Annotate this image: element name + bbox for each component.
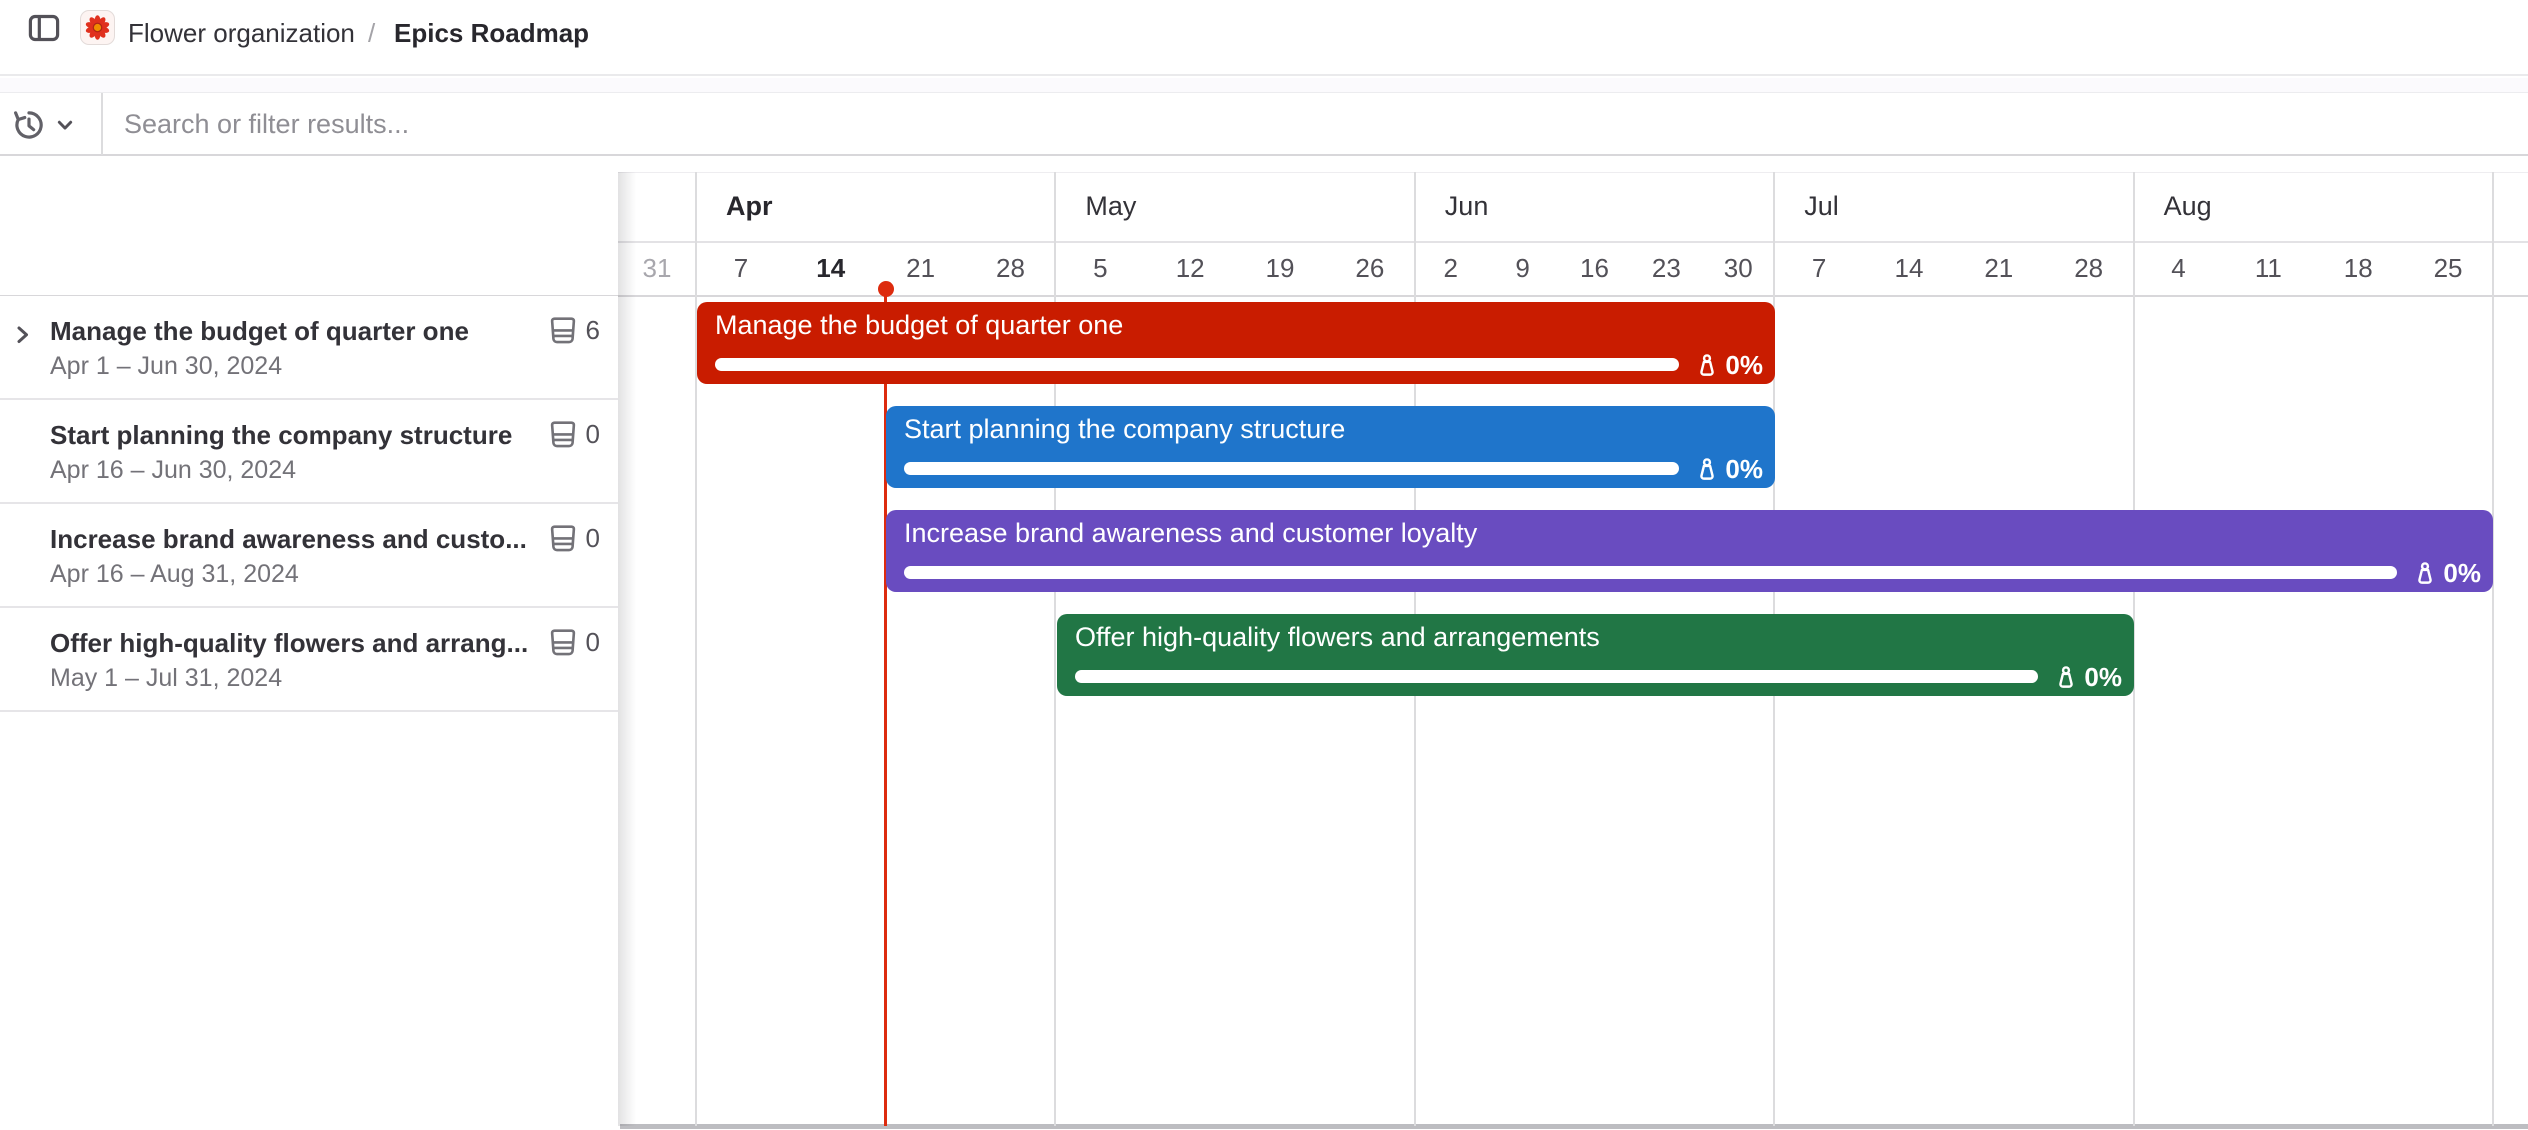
epic-meta: 0 bbox=[548, 419, 600, 450]
date-tick: 19 bbox=[1235, 242, 1325, 295]
epic-timeline-bar[interactable]: Start planning the company structure 0% bbox=[886, 406, 1775, 488]
date-tick: 12 bbox=[1145, 242, 1235, 295]
epic-progress-bar bbox=[904, 566, 2397, 579]
weight-icon bbox=[2053, 665, 2079, 691]
epic-icon bbox=[548, 420, 578, 450]
month-gridline bbox=[2492, 172, 2494, 1126]
date-tick: 28 bbox=[2044, 242, 2134, 295]
epic-weight: 0% bbox=[1694, 454, 1763, 485]
epic-meta: 0 bbox=[548, 523, 600, 554]
epic-weight: 0% bbox=[1694, 350, 1763, 381]
month-label: Apr bbox=[696, 172, 1055, 241]
epic-list-item[interactable]: Start planning the company structure Apr… bbox=[0, 400, 618, 504]
date-tick: 7 bbox=[696, 242, 786, 295]
epic-progress-bar bbox=[904, 462, 1679, 475]
epic-child-count: 0 bbox=[586, 419, 600, 450]
weight-icon bbox=[2412, 561, 2438, 587]
scroll-shadow bbox=[618, 172, 636, 1126]
epic-bar-label: Manage the budget of quarter one bbox=[715, 310, 1761, 341]
epic-child-count: 0 bbox=[586, 523, 600, 554]
epic-title[interactable]: Offer high-quality flowers and arrang... bbox=[50, 628, 528, 659]
epic-bar-label: Offer high-quality flowers and arrangeme… bbox=[1075, 622, 2120, 653]
epic-list-item[interactable]: Increase brand awareness and custo... Ap… bbox=[0, 504, 618, 608]
epic-date-range: Apr 1 – Jun 30, 2024 bbox=[50, 352, 282, 381]
top-bar: Flower organization / Epics Roadmap bbox=[0, 0, 2528, 76]
epic-progress-percent: 0% bbox=[2443, 558, 2481, 589]
epic-timeline-bar[interactable]: Increase brand awareness and customer lo… bbox=[886, 510, 2493, 592]
epic-progress-percent: 0% bbox=[1725, 350, 1763, 381]
expand-chevron-icon[interactable] bbox=[10, 322, 34, 346]
epic-title[interactable]: Increase brand awareness and custo... bbox=[50, 524, 528, 555]
epic-icon bbox=[548, 316, 578, 346]
date-tick: 21 bbox=[1954, 242, 2044, 295]
date-tick: 11 bbox=[2223, 242, 2313, 295]
history-icon bbox=[12, 108, 46, 142]
flower-icon bbox=[84, 14, 111, 41]
epic-date-range: May 1 – Jul 31, 2024 bbox=[50, 664, 282, 693]
date-tick: 14 bbox=[1864, 242, 1954, 295]
breadcrumb-page-title: Epics Roadmap bbox=[394, 14, 589, 52]
horizontal-scrollbar[interactable] bbox=[620, 1124, 2528, 1129]
epic-progress-bar bbox=[1075, 670, 2038, 683]
date-tick: 25 bbox=[2403, 242, 2493, 295]
chevron-down-icon bbox=[52, 112, 78, 138]
page-gap-band bbox=[0, 78, 2528, 92]
epic-title[interactable]: Start planning the company structure bbox=[50, 420, 528, 451]
epic-timeline-bar[interactable]: Offer high-quality flowers and arrangeme… bbox=[1057, 614, 2134, 696]
search-input[interactable] bbox=[124, 101, 2424, 147]
epic-meta: 6 bbox=[548, 315, 600, 346]
epic-date-range: Apr 16 – Jun 30, 2024 bbox=[50, 456, 296, 485]
epic-bar-label: Start planning the company structure bbox=[904, 414, 1761, 445]
date-tick: 30 bbox=[1702, 242, 1774, 295]
sidebar-toggle-icon bbox=[27, 11, 63, 45]
date-tick: 28 bbox=[966, 242, 1056, 295]
epic-icon bbox=[548, 524, 578, 554]
epic-progress-percent: 0% bbox=[1725, 454, 1763, 485]
date-tick: 16 bbox=[1559, 242, 1631, 295]
epic-child-count: 0 bbox=[586, 627, 600, 658]
date-tick: 14 bbox=[786, 242, 876, 295]
epic-child-count: 6 bbox=[586, 315, 600, 346]
search-divider bbox=[101, 93, 103, 155]
breadcrumb-org[interactable]: Flower organization bbox=[128, 14, 355, 52]
month-label: Aug bbox=[2134, 172, 2493, 241]
month-label: Jul bbox=[1774, 172, 2133, 241]
date-tick: 2 bbox=[1415, 242, 1487, 295]
epic-title[interactable]: Manage the budget of quarter one bbox=[50, 316, 528, 347]
date-tick: 23 bbox=[1630, 242, 1702, 295]
epic-weight: 0% bbox=[2053, 662, 2122, 693]
date-tick: 5 bbox=[1055, 242, 1145, 295]
weight-icon bbox=[1694, 353, 1720, 379]
epic-weight: 0% bbox=[2412, 558, 2481, 589]
sidebar-toggle-button[interactable] bbox=[27, 11, 63, 45]
today-marker-dot bbox=[878, 281, 894, 297]
month-label: May bbox=[1055, 172, 1414, 241]
weight-icon bbox=[1694, 457, 1720, 483]
epic-list-item[interactable]: Offer high-quality flowers and arrang...… bbox=[0, 608, 618, 712]
filter-bar bbox=[0, 92, 2528, 156]
organization-avatar[interactable] bbox=[80, 10, 115, 45]
breadcrumb-separator: / bbox=[368, 14, 375, 52]
epic-timeline-bar[interactable]: Manage the budget of quarter one 0% bbox=[697, 302, 1775, 384]
date-tick: 7 bbox=[1774, 242, 1864, 295]
date-tick: 9 bbox=[1487, 242, 1559, 295]
month-label: Jun bbox=[1415, 172, 1774, 241]
epic-list-item[interactable]: Manage the budget of quarter one Apr 1 –… bbox=[0, 296, 618, 400]
epic-icon bbox=[548, 628, 578, 658]
date-tick: 4 bbox=[2134, 242, 2224, 295]
epic-bar-label: Increase brand awareness and customer lo… bbox=[904, 518, 2479, 549]
search-history-button[interactable] bbox=[12, 107, 96, 143]
epic-meta: 0 bbox=[548, 627, 600, 658]
epic-progress-percent: 0% bbox=[2084, 662, 2122, 693]
date-tick: 18 bbox=[2313, 242, 2403, 295]
epic-date-range: Apr 16 – Aug 31, 2024 bbox=[50, 560, 299, 589]
epic-row-separator bbox=[0, 710, 618, 712]
date-tick: 26 bbox=[1325, 242, 1415, 295]
epic-progress-bar bbox=[715, 358, 1679, 371]
